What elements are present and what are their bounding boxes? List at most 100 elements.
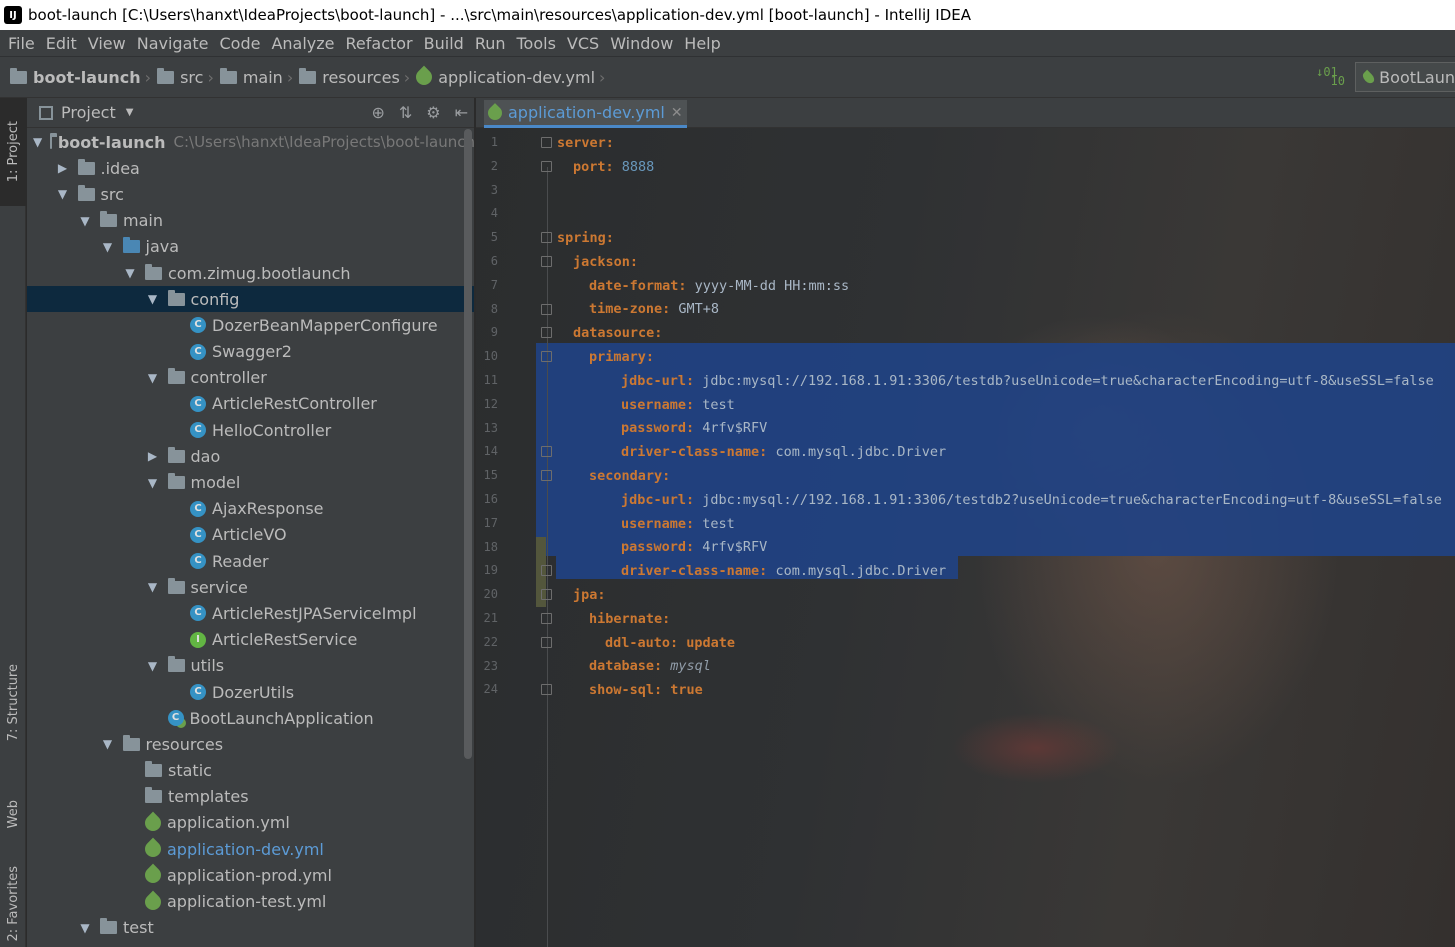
project-tree: ▼ boot-launch C:\Users\hanxt\IdeaProjects\… <box>27 129 474 941</box>
project-view-icon <box>39 105 53 120</box>
fold-marker-icon[interactable] <box>541 589 552 601</box>
tree-item-config[interactable]: ▼ config <box>27 286 474 313</box>
tree-item-application-yml[interactable]: application.yml <box>27 810 474 836</box>
tree-item-templates[interactable]: templates <box>27 784 474 810</box>
expand-arrow-icon[interactable]: ▼ <box>146 580 160 594</box>
fold-marker-icon[interactable] <box>541 137 552 148</box>
gear-icon[interactable]: ⚙ <box>426 103 440 122</box>
tree-item-application-test-yml[interactable]: application-test.yml <box>27 888 474 914</box>
fold-marker-icon[interactable] <box>541 636 552 648</box>
fold-marker-icon[interactable] <box>541 232 552 244</box>
menu-run[interactable]: Run <box>471 34 513 53</box>
breadcrumb-item-main[interactable]: main › <box>219 67 299 87</box>
expand-arrow-icon[interactable]: ▼ <box>78 921 92 935</box>
tree-item-label: application-test.yml <box>167 892 327 912</box>
tree-item-service[interactable]: ▼ service <box>27 574 474 600</box>
close-icon[interactable]: ✕ <box>671 105 683 121</box>
expand-arrow-icon[interactable]: ▼ <box>146 292 160 306</box>
fold-marker-icon[interactable] <box>541 160 552 172</box>
tree-item-hellocontroller[interactable]: C HelloController <box>27 417 474 443</box>
expand-arrow-icon[interactable]: ▼ <box>146 476 160 490</box>
tree-item-reader[interactable]: C Reader <box>27 548 474 574</box>
fold-marker-icon[interactable] <box>541 351 552 363</box>
breadcrumb-label: src <box>180 67 204 87</box>
collapse-all-icon[interactable]: ⇅ <box>399 103 412 122</box>
menu-build[interactable]: Build <box>420 34 471 53</box>
menu-code[interactable]: Code <box>216 34 268 53</box>
project-view-selector[interactable]: Project <box>61 103 116 122</box>
tree-item-resources[interactable]: ▼ resources <box>27 731 474 757</box>
tree-item-dozerutils[interactable]: C DozerUtils <box>27 679 474 705</box>
tree-item-dozerbeanmapperconfigure[interactable]: C DozerBeanMapperConfigure <box>27 312 474 338</box>
tree-item-idea[interactable]: ▶ .idea <box>27 155 474 181</box>
breadcrumb-separator-icon: › <box>599 67 606 87</box>
tree-item-model[interactable]: ▼ model <box>27 469 474 495</box>
tree-item-test[interactable]: ▼ test <box>27 915 474 941</box>
menu-refactor[interactable]: Refactor <box>342 34 420 53</box>
fold-marker-icon[interactable] <box>541 684 552 696</box>
menu-tools[interactable]: Tools <box>513 34 563 53</box>
breadcrumb-item-boot-launch[interactable]: boot-launch › <box>10 67 157 87</box>
menu-window[interactable]: Window <box>606 34 680 53</box>
fold-marker-icon[interactable] <box>541 470 552 482</box>
fold-marker-icon[interactable] <box>541 256 552 267</box>
tree-item-application-dev-yml[interactable]: application-dev.yml <box>27 836 474 862</box>
expand-arrow-icon[interactable]: ▼ <box>56 187 70 201</box>
expand-arrow-icon[interactable]: ▼ <box>101 240 115 254</box>
run-configuration-selector[interactable]: BootLaun <box>1355 62 1455 92</box>
menu-navigate[interactable]: Navigate <box>133 34 216 53</box>
expand-arrow-icon[interactable]: ▼ <box>33 135 42 149</box>
menu-edit[interactable]: Edit <box>42 34 84 53</box>
menu-help[interactable]: Help <box>680 34 727 53</box>
collapse-arrow-icon[interactable]: ▶ <box>146 449 160 463</box>
tree-item-articlerestservice[interactable]: I ArticleRestService <box>27 627 474 653</box>
tree-item-src[interactable]: ▼ src <box>27 181 474 207</box>
expand-arrow-icon[interactable]: ▼ <box>101 737 115 751</box>
tree-item-controller[interactable]: ▼ controller <box>27 365 474 391</box>
collapse-arrow-icon[interactable]: ▶ <box>56 161 70 175</box>
vcs-update-icon[interactable]: ↓01 10 <box>1316 66 1345 87</box>
class-icon: C <box>167 710 184 727</box>
tree-item-boot-launch[interactable]: ▼ boot-launch C:\Users\hanxt\IdeaProjects\… <box>27 129 474 155</box>
tree-item-com-zimug-bootlaunch[interactable]: ▼ com.zimug.bootlaunch <box>27 260 474 286</box>
menu-vcs[interactable]: VCS <box>563 34 606 53</box>
tree-item-articlerestcontroller[interactable]: C ArticleRestController <box>27 391 474 417</box>
fold-marker-icon[interactable] <box>541 446 552 458</box>
tree-item-swagger2[interactable]: C Swagger2 <box>27 339 474 365</box>
project-tool-button[interactable]: 1: Project <box>0 98 26 206</box>
web-tool-button[interactable]: Web <box>0 784 26 844</box>
expand-arrow-icon[interactable]: ▼ <box>146 371 160 385</box>
tree-item-articlevo[interactable]: C ArticleVO <box>27 522 474 548</box>
menu-analyze[interactable]: Analyze <box>267 34 341 53</box>
favorites-tool-button[interactable]: 2: Favorites <box>0 864 26 944</box>
tree-item-static[interactable]: static <box>27 758 474 784</box>
hide-panel-icon[interactable]: ⇤ <box>455 103 468 122</box>
locate-file-icon[interactable]: ⊕ <box>371 103 384 122</box>
tree-item-utils[interactable]: ▼ utils <box>27 653 474 679</box>
tree-item-main[interactable]: ▼ main <box>27 208 474 234</box>
expand-arrow-icon[interactable]: ▼ <box>146 659 160 673</box>
editor-tab-application-dev-yml[interactable]: application-dev.yml ✕ <box>484 100 687 128</box>
menu-view[interactable]: View <box>84 34 133 53</box>
breadcrumb-item-application-dev-yml[interactable]: application-dev.yml › <box>412 65 611 89</box>
tree-item-bootlaunchapplication[interactable]: C BootLaunchApplication <box>27 705 474 731</box>
code-line: username: test <box>557 512 735 536</box>
tree-item-articlerestjpaserviceimpl[interactable]: C ArticleRestJPAServiceImpl <box>27 600 474 626</box>
fold-marker-icon[interactable] <box>541 613 552 624</box>
structure-tool-button[interactable]: 7: Structure <box>0 658 26 748</box>
tree-item-dao[interactable]: ▶ dao <box>27 443 474 469</box>
chevron-down-icon[interactable]: ▼ <box>126 107 134 118</box>
tree-item-application-prod-yml[interactable]: application-prod.yml <box>27 862 474 888</box>
menu-file[interactable]: File <box>4 34 42 53</box>
project-tree-scrollbar[interactable] <box>464 129 472 759</box>
fold-marker-icon[interactable] <box>541 303 552 315</box>
fold-marker-icon[interactable] <box>541 565 552 577</box>
tree-item-ajaxresponse[interactable]: C AjaxResponse <box>27 496 474 522</box>
fold-marker-icon[interactable] <box>541 327 552 339</box>
expand-arrow-icon[interactable]: ▼ <box>123 266 137 280</box>
breadcrumb-item-src[interactable]: src › <box>157 67 220 87</box>
expand-arrow-icon[interactable]: ▼ <box>78 214 92 228</box>
interface-icon: I <box>190 631 206 648</box>
breadcrumb-item-resources[interactable]: resources › <box>299 67 416 87</box>
tree-item-java[interactable]: ▼ java <box>27 234 474 260</box>
